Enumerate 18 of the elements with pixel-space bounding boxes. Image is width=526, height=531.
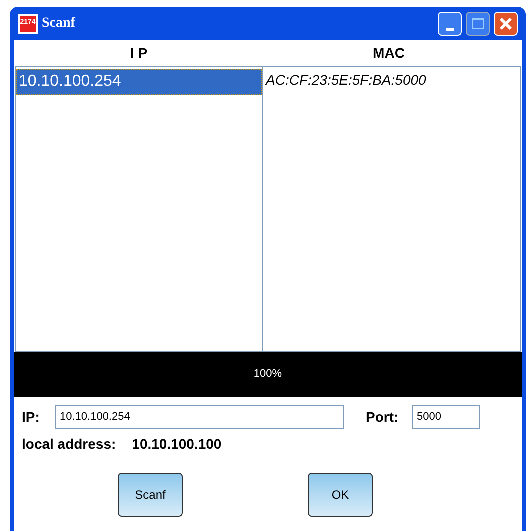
window-title: Scanf (42, 15, 76, 33)
scan-button[interactable]: Scanf (118, 473, 183, 517)
close-button[interactable] (494, 12, 518, 36)
minimize-button[interactable] (438, 12, 462, 36)
ip-label: IP: (22, 408, 41, 426)
column-header: I P (129, 44, 149, 62)
maximize-button[interactable] (466, 12, 490, 36)
port-label: Port: (366, 408, 400, 426)
list-item[interactable]: 10.10.100.254 (16, 69, 262, 95)
list-item: AC:CF:23:5E:5F:BA:5000 (264, 71, 428, 90)
ip-input-field[interactable]: 10.10.100.254 (55, 405, 344, 429)
progress-reading: 100% (252, 367, 284, 382)
ok-button[interactable]: OK (308, 473, 373, 517)
local-address-value: 10.10.100.100 (132, 435, 222, 454)
port-input-field[interactable]: 5000 (412, 405, 480, 429)
column-header: MAC (372, 44, 406, 62)
local-address-label: local address: (22, 435, 116, 454)
close-icon (499, 16, 513, 30)
